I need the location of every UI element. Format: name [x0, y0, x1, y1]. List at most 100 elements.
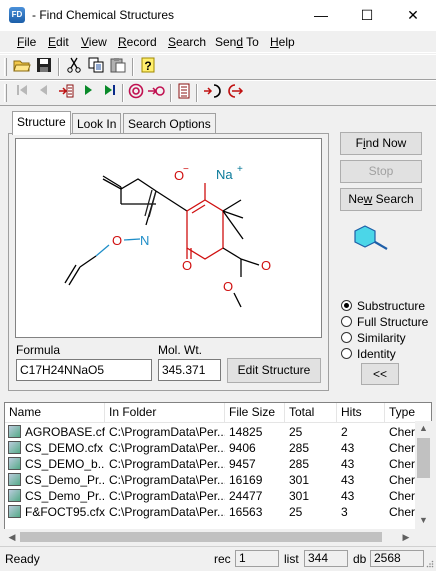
table-row[interactable]: F&FOCT95.cfx C:\ProgramData\Per... 16563 25…: [5, 504, 431, 520]
scroll-down-arrow-icon[interactable]: ▼: [417, 515, 430, 527]
edit-structure-button[interactable]: Edit Structure: [227, 358, 321, 383]
column-header-name[interactable]: Name: [5, 403, 105, 423]
cell-name: F&FOCT95.cfx: [25, 505, 105, 519]
column-header-folder[interactable]: In Folder: [105, 403, 225, 423]
cell-total: 301: [289, 473, 310, 487]
menu-file[interactable]: File: [17, 35, 36, 49]
formula-field[interactable]: C17H24NNaO5: [16, 359, 152, 381]
tab-search-options[interactable]: Search Options: [123, 113, 216, 135]
structure-canvas[interactable]: O − Na + N O O O O: [15, 138, 322, 338]
toolbar-separator: [170, 84, 172, 102]
column-header-file-size[interactable]: File Size: [225, 403, 285, 423]
menu-edit[interactable]: Edit: [48, 35, 69, 49]
table-row[interactable]: CS_Demo_Pr... C:\ProgramData\Per... 16169 3…: [5, 472, 431, 488]
new-search-button[interactable]: New Search: [340, 188, 422, 211]
find-now-button[interactable]: Find Now: [340, 132, 422, 155]
radio-substructure-label[interactable]: Substructure: [357, 299, 425, 313]
cell-size: 9406: [229, 441, 256, 455]
tab-structure[interactable]: Structure: [12, 111, 71, 135]
mol-wt-field[interactable]: 345.371: [158, 359, 221, 381]
cell-name: CS_DEMO_b...: [25, 457, 105, 471]
menu-view[interactable]: View: [81, 35, 107, 49]
cell-folder: C:\ProgramData\Per...: [109, 505, 225, 519]
horizontal-scrollbar[interactable]: ◀ ▶: [4, 529, 415, 545]
radio-full-structure[interactable]: [341, 316, 352, 327]
vertical-scrollbar[interactable]: ▲ ▼: [415, 421, 432, 529]
toolbar-grip[interactable]: [4, 84, 7, 102]
radio-substructure[interactable]: [341, 300, 352, 311]
cell-size: 14825: [229, 425, 263, 439]
last-record-icon[interactable]: [100, 83, 120, 103]
svg-text:O: O: [182, 258, 192, 273]
radio-similarity-label[interactable]: Similarity: [357, 331, 406, 345]
stop-button[interactable]: Stop: [340, 160, 422, 183]
cell-folder: C:\ProgramData\Per...: [109, 457, 225, 471]
previous-record-icon[interactable]: [34, 83, 54, 103]
toolbar-separator: [58, 58, 60, 76]
resize-grip-icon[interactable]: [426, 557, 434, 568]
column-header-hits[interactable]: Hits: [337, 403, 385, 423]
scroll-up-arrow-icon[interactable]: ▲: [417, 423, 430, 435]
table-row[interactable]: CS_Demo_Pr... C:\ProgramData\Per... 24477 3…: [5, 488, 431, 504]
minimize-button[interactable]: —: [298, 0, 344, 31]
cell-hits: 2: [341, 425, 348, 439]
cell-size: 24477: [229, 489, 263, 503]
send-record-icon[interactable]: [202, 83, 222, 103]
table-row[interactable]: CS_DEMO.cfx C:\ProgramData\Per... 9406 285 4…: [5, 440, 431, 456]
scroll-left-arrow-icon[interactable]: ◀: [6, 531, 18, 543]
goto-record-icon[interactable]: [56, 83, 76, 103]
list-icon[interactable]: [174, 83, 194, 103]
toolbar-grip[interactable]: [4, 58, 7, 76]
close-button[interactable]: ✕: [390, 0, 436, 31]
scroll-corner: [415, 529, 432, 545]
results-list[interactable]: Name In Folder File Size Total Hits Type…: [4, 402, 432, 545]
collapse-button[interactable]: <<: [361, 363, 399, 385]
chemfinder-file-icon: [8, 441, 21, 454]
toolbar-separator: [132, 58, 134, 76]
first-record-icon[interactable]: [12, 83, 32, 103]
scrollbar-thumb[interactable]: [20, 532, 382, 542]
open-folder-icon[interactable]: [12, 57, 32, 77]
radio-similarity[interactable]: [341, 332, 352, 343]
column-header-total[interactable]: Total: [285, 403, 337, 423]
db-field: 2568: [370, 550, 424, 567]
help-icon[interactable]: ?: [138, 57, 158, 77]
table-row[interactable]: AGROBASE.cfx C:\ProgramData\Per... 14825 25…: [5, 424, 431, 440]
table-row[interactable]: CS_DEMO_b... C:\ProgramData\Per... 9457 285…: [5, 456, 431, 472]
svg-text:N: N: [140, 233, 149, 248]
db-label: db: [353, 552, 367, 566]
menu-search[interactable]: Search: [168, 35, 206, 49]
cell-total: 285: [289, 457, 310, 471]
scroll-right-arrow-icon[interactable]: ▶: [400, 531, 412, 543]
radio-full-structure-label[interactable]: Full Structure: [357, 315, 428, 329]
save-icon[interactable]: [34, 57, 54, 77]
list-label: list: [284, 552, 299, 566]
copy-icon[interactable]: [86, 57, 106, 77]
goto-target-icon[interactable]: [146, 83, 166, 103]
chemfinder-file-icon: [8, 457, 21, 470]
cell-size: 16563: [229, 505, 263, 519]
cell-folder: C:\ProgramData\Per...: [109, 425, 225, 439]
column-header-type[interactable]: Type: [385, 403, 431, 423]
tab-look-in[interactable]: Look In: [72, 113, 122, 135]
maximize-button[interactable]: ☐: [344, 0, 390, 31]
svg-text:O: O: [112, 233, 122, 248]
menu-help[interactable]: Help: [270, 35, 295, 49]
paste-icon[interactable]: [108, 57, 128, 77]
cell-total: 301: [289, 489, 310, 503]
scrollbar-thumb[interactable]: [417, 438, 430, 478]
receive-record-icon[interactable]: [226, 83, 246, 103]
menu-send-to[interactable]: Send To: [215, 35, 259, 49]
cell-name: CS_Demo_Pr...: [25, 489, 105, 503]
cell-hits: 3: [341, 505, 348, 519]
chemfinder-file-icon: [8, 473, 21, 486]
radio-identity[interactable]: [341, 348, 352, 359]
radio-identity-label[interactable]: Identity: [357, 347, 396, 361]
cell-total: 25: [289, 425, 303, 439]
next-record-icon[interactable]: [78, 83, 98, 103]
target-icon[interactable]: [126, 83, 146, 103]
cut-icon[interactable]: [64, 57, 84, 77]
menu-record[interactable]: Record: [118, 35, 157, 49]
title-bar: FD - Find Chemical Structures — ☐ ✕: [0, 0, 436, 31]
cell-name: CS_Demo_Pr...: [25, 473, 105, 487]
